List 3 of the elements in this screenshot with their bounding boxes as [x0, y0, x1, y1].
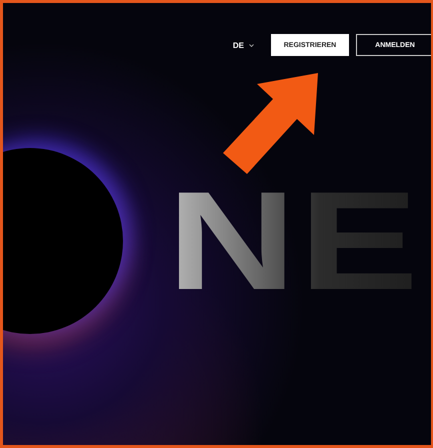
language-selector[interactable]: DE: [232, 40, 264, 50]
arrow-annotation-icon: [223, 73, 319, 175]
chevron-down-icon: [249, 44, 254, 46]
